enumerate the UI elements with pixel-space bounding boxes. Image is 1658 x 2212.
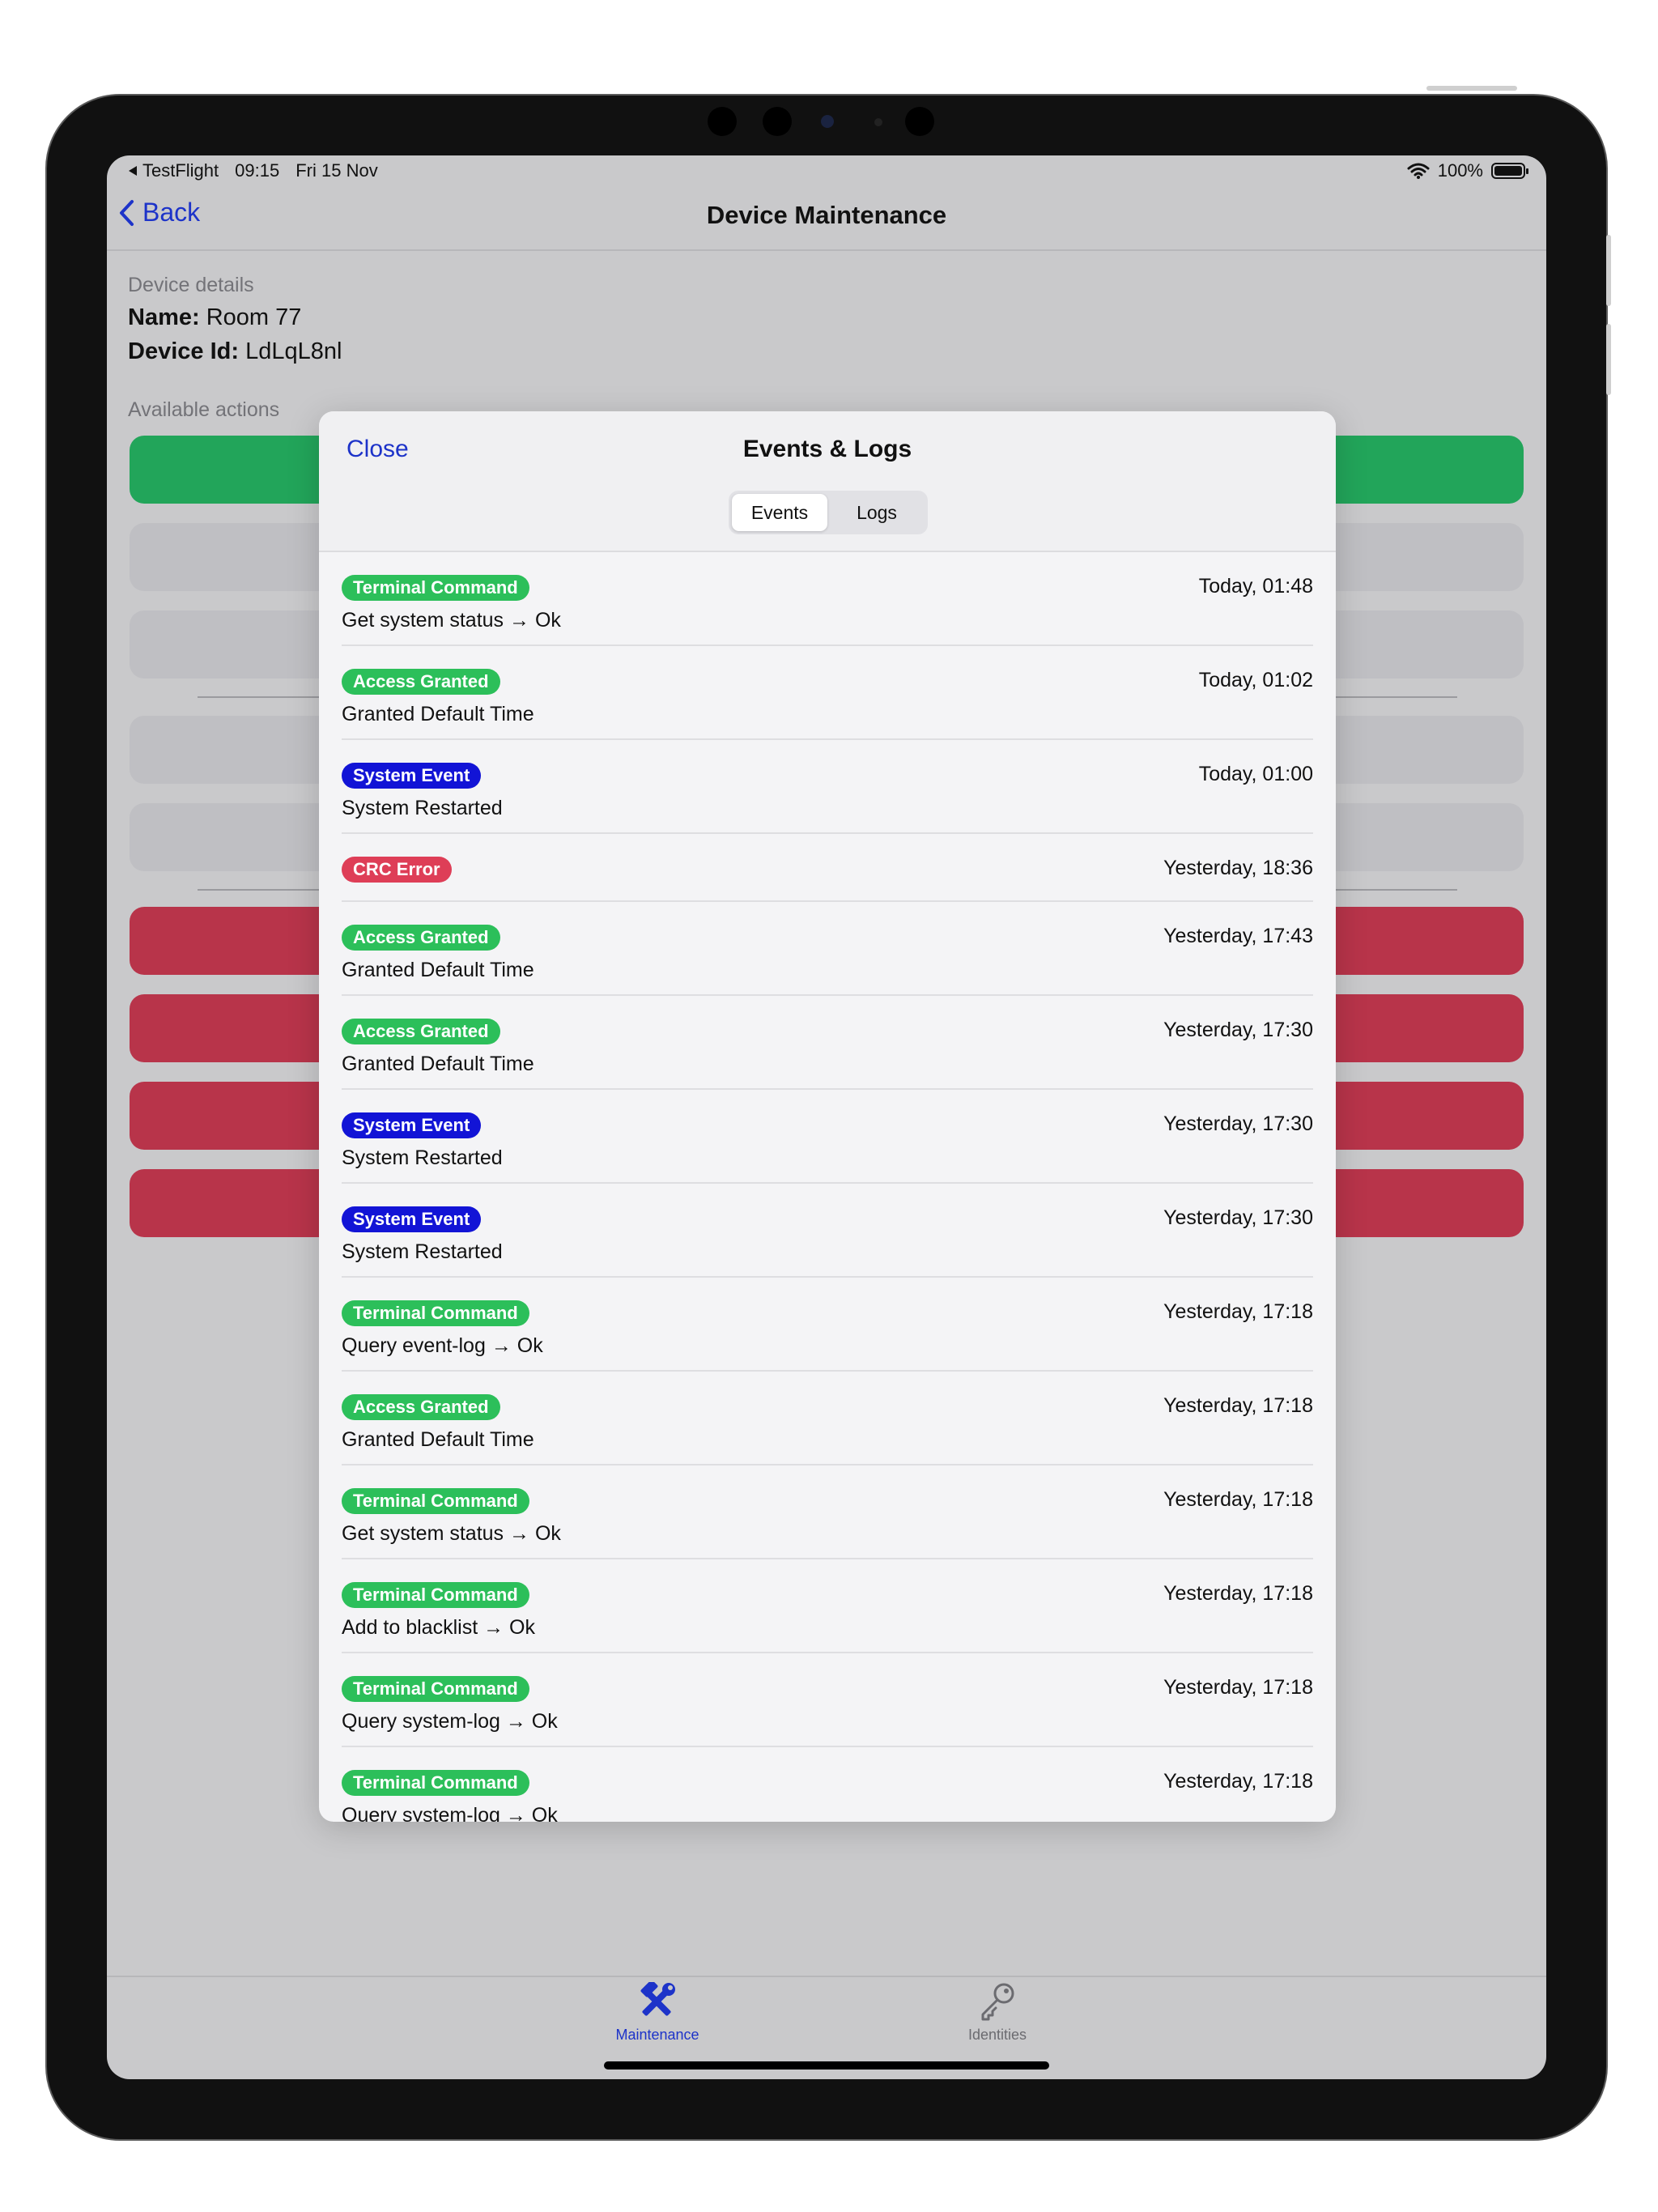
page-title: Device Maintenance: [706, 201, 947, 229]
battery-percent: 100%: [1437, 160, 1483, 181]
event-timestamp: Yesterday, 17:18: [1163, 1300, 1313, 1323]
event-type-badge: Terminal Command: [342, 1676, 529, 1702]
event-row[interactable]: System Event Yesterday, 17:30 System Resta…: [342, 1184, 1313, 1278]
device-name-value: Room 77: [206, 304, 302, 330]
status-time: 09:15: [235, 160, 280, 181]
segment-events[interactable]: Events: [732, 494, 827, 531]
event-description: System Restarted: [342, 1240, 503, 1263]
wifi-icon: [1407, 163, 1430, 179]
events-logs-sheet: Close Events & Logs Events Logs Terminal…: [319, 411, 1336, 1822]
event-timestamp: Yesterday, 17:30: [1163, 1112, 1313, 1135]
device-id-value: LdLqL8nl: [245, 338, 342, 364]
event-type-badge: System Event: [342, 1112, 482, 1138]
segment-logs[interactable]: Logs: [829, 494, 925, 531]
event-row[interactable]: Terminal Command Yesterday, 17:18 Query ev…: [342, 1278, 1313, 1372]
side-button-upper: [1606, 235, 1611, 306]
event-row[interactable]: Terminal Command Yesterday, 17:18 Query sy…: [342, 1747, 1313, 1822]
event-timestamp: Yesterday, 17:18: [1163, 1676, 1313, 1699]
event-timestamp: Yesterday, 17:18: [1163, 1770, 1313, 1793]
event-type-badge: CRC Error: [342, 857, 452, 883]
event-timestamp: Today, 01:00: [1198, 763, 1313, 785]
event-row[interactable]: Access Granted Yesterday, 17:43 Granted De…: [342, 902, 1313, 996]
back-triangle-icon: [129, 166, 137, 176]
event-description: Granted Default Time: [342, 1053, 534, 1075]
event-row[interactable]: System Event Yesterday, 17:30 System Resta…: [342, 1090, 1313, 1184]
device-details-label: Device details: [128, 274, 254, 296]
event-timestamp: Yesterday, 17:18: [1163, 1488, 1313, 1511]
event-type-badge: Terminal Command: [342, 1300, 529, 1326]
event-description: Add to blacklist → Ok: [342, 1616, 535, 1639]
event-description: Query system-log → Ok: [342, 1710, 558, 1733]
event-description: Granted Default Time: [342, 703, 534, 725]
event-type-badge: System Event: [342, 1206, 482, 1232]
status-bar: TestFlight 09:15 Fri 15 Nov 100%: [107, 155, 1546, 188]
event-description: System Restarted: [342, 1146, 503, 1169]
testflight-back-link[interactable]: TestFlight: [128, 160, 219, 181]
camera-sensor: [905, 107, 934, 136]
event-description: Get system status → Ok: [342, 609, 561, 632]
device-id-label: Device Id:: [128, 338, 239, 364]
event-timestamp: Yesterday, 17:18: [1163, 1582, 1313, 1605]
event-row[interactable]: Access Granted Yesterday, 17:30 Granted De…: [342, 996, 1313, 1090]
event-type-badge: Terminal Command: [342, 1582, 529, 1608]
sheet-header: Close Events & Logs Events Logs: [319, 411, 1336, 552]
navigation-bar: Back Device Maintenance: [107, 188, 1546, 251]
event-description: System Restarted: [342, 797, 503, 819]
status-date: Fri 15 Nov: [295, 160, 378, 181]
home-indicator: [604, 2061, 1049, 2069]
volume-button: [1426, 86, 1517, 91]
event-description: Query system-log → Ok: [342, 1804, 558, 1822]
event-type-badge: Access Granted: [342, 1394, 500, 1420]
event-row[interactable]: Access Granted Today, 01:02 Granted Defaul…: [342, 646, 1313, 740]
tab-maintenance[interactable]: Maintenance: [576, 1980, 738, 2044]
event-row[interactable]: Access Granted Yesterday, 17:18 Granted De…: [342, 1372, 1313, 1465]
event-timestamp: Yesterday, 17:18: [1163, 1394, 1313, 1417]
event-row[interactable]: Terminal Command Yesterday, 17:18 Add to b…: [342, 1559, 1313, 1653]
event-timestamp: Yesterday, 17:30: [1163, 1206, 1313, 1229]
key-icon: [981, 1983, 1014, 2021]
event-row[interactable]: System Event Today, 01:00 System Restarted: [342, 740, 1313, 834]
tab-identities[interactable]: Identities: [916, 1982, 1078, 2044]
event-row[interactable]: Terminal Command Today, 01:48 Get system s…: [342, 552, 1313, 646]
camera-lens: [821, 115, 834, 128]
screen: TestFlight 09:15 Fri 15 Nov 100% Back De…: [107, 155, 1546, 2079]
event-type-badge: System Event: [342, 763, 482, 789]
event-type-badge: Terminal Command: [342, 1488, 529, 1514]
segmented-control: Events Logs: [729, 491, 928, 534]
status-app: TestFlight: [142, 160, 219, 181]
camera-sensor: [763, 107, 792, 136]
event-description: Query event-log → Ok: [342, 1334, 543, 1357]
device-name: Name: Room 77: [128, 304, 301, 331]
event-timestamp: Yesterday, 17:30: [1163, 1019, 1313, 1041]
hammer-wrench-icon: [640, 1980, 675, 2016]
sheet-title: Events & Logs: [742, 436, 912, 462]
tab-label-maintenance: Maintenance: [615, 2027, 699, 2043]
event-description: Granted Default Time: [342, 1428, 534, 1451]
event-type-badge: Access Granted: [342, 669, 500, 695]
event-type-badge: Terminal Command: [342, 575, 529, 601]
event-timestamp: Yesterday, 17:43: [1163, 925, 1313, 947]
device-id: Device Id: LdLqL8nl: [128, 338, 342, 365]
event-description: Get system status → Ok: [342, 1522, 561, 1545]
device-name-label: Name:: [128, 304, 200, 330]
tab-label-identities: Identities: [967, 2027, 1027, 2043]
event-description: Granted Default Time: [342, 959, 534, 981]
event-row[interactable]: Terminal Command Yesterday, 17:18 Get syst…: [342, 1465, 1313, 1559]
side-button-lower: [1606, 324, 1611, 395]
available-actions-label: Available actions: [128, 398, 280, 421]
event-type-badge: Access Granted: [342, 1019, 500, 1044]
event-row[interactable]: CRC Error Yesterday, 18:36: [342, 834, 1313, 902]
events-list: Terminal Command Today, 01:48 Get system s…: [342, 552, 1313, 1822]
event-row[interactable]: Terminal Command Yesterday, 17:18 Query sy…: [342, 1653, 1313, 1747]
event-timestamp: Yesterday, 18:36: [1163, 857, 1313, 879]
battery-icon: [1491, 163, 1528, 179]
event-type-badge: Access Granted: [342, 925, 500, 951]
event-timestamp: Today, 01:02: [1198, 669, 1313, 691]
event-timestamp: Today, 01:48: [1198, 575, 1313, 598]
event-type-badge: Terminal Command: [342, 1770, 529, 1796]
camera-sensor: [708, 107, 737, 136]
camera-sensor: [874, 118, 882, 126]
